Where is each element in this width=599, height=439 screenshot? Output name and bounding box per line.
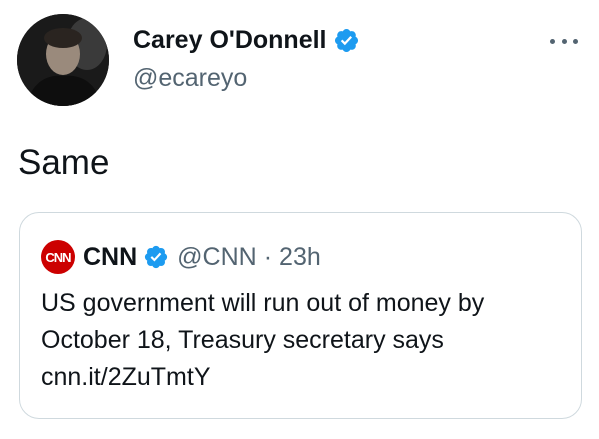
avatar-photo <box>17 14 109 106</box>
author-avatar[interactable] <box>17 14 109 106</box>
quoted-tweet-header: CNN CNN @CNN · 23h <box>41 240 321 274</box>
quoted-author-name[interactable]: CNN <box>83 243 137 272</box>
author-handle[interactable]: @ecareyo <box>133 62 247 94</box>
separator-dot: · <box>263 242 273 271</box>
quoted-tweet-time[interactable]: 23h <box>279 243 321 272</box>
tweet: Carey O'Donnell @ecareyo Same CNN CNN @C… <box>0 0 599 439</box>
more-dot <box>561 38 567 44</box>
author-name[interactable]: Carey O'Donnell <box>133 24 327 56</box>
quoted-tweet-link[interactable]: cnn.it/2ZuTmtY <box>41 359 571 396</box>
verified-badge-icon <box>145 245 168 269</box>
quoted-tweet-text: US government will run out of money by O… <box>41 285 571 396</box>
verified-badge-icon <box>334 28 358 52</box>
cnn-logo-avatar[interactable]: CNN <box>41 240 75 274</box>
quoted-text-line: October 18, Treasury secretary says <box>41 326 444 354</box>
cnn-logo-text: CNN <box>45 249 71 265</box>
quoted-text-line: US government will run out of money by <box>41 289 485 317</box>
tweet-text: Same <box>18 143 110 182</box>
quoted-author-handle[interactable]: @CNN <box>177 243 257 272</box>
more-horizontal-icon[interactable] <box>550 34 578 48</box>
more-dot <box>573 38 578 44</box>
author-name-row[interactable]: Carey O'Donnell <box>133 24 360 56</box>
quoted-tweet-card[interactable]: CNN CNN @CNN · 23h US government will ru… <box>19 212 582 419</box>
more-dot <box>550 38 555 44</box>
